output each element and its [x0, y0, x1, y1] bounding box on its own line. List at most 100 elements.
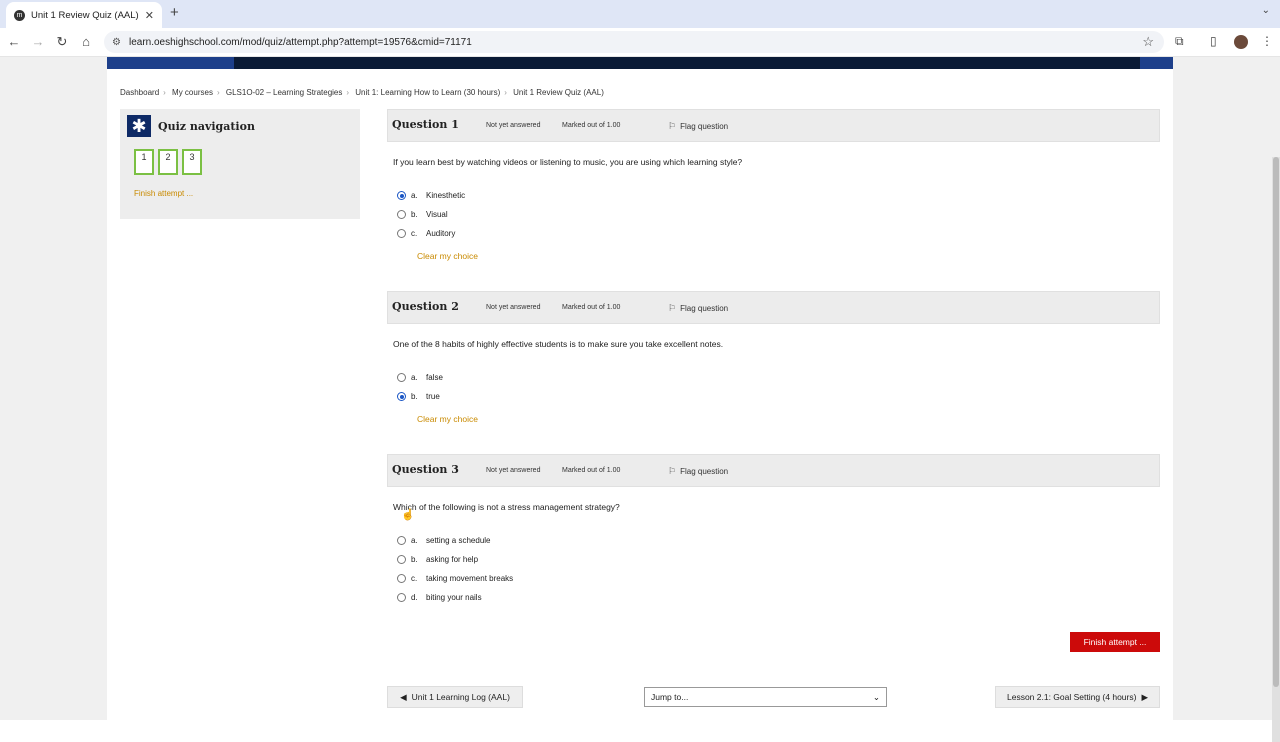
pointer-cursor-icon: ☝ [401, 509, 415, 521]
question-state: Not yet answered [486, 122, 541, 129]
clear-my-choice-link[interactable]: Clear my choice [417, 251, 1160, 261]
next-activity-label: Lesson 2.1: Goal Setting (4 hours) [1006, 692, 1137, 702]
question-text: One of the 8 habits of highly effective … [393, 339, 724, 349]
answer-text: Visual [426, 210, 448, 219]
back-icon[interactable]: ← [6, 34, 22, 49]
previous-activity-link[interactable]: ◀ Unit 1 Learning Log (AAL) [387, 686, 523, 708]
question-number: Question 3 [392, 463, 459, 476]
breadcrumb-my-courses[interactable]: My courses [172, 88, 213, 97]
radio-button[interactable] [397, 555, 406, 564]
question-text: Which of the following is not a stress m… [393, 502, 620, 512]
url-text: learn.oeshighschool.com/mod/quiz/attempt… [128, 36, 472, 48]
radio-button[interactable] [397, 373, 406, 382]
breadcrumb-quiz[interactable]: Unit 1 Review Quiz (AAL) [513, 88, 604, 97]
breadcrumb-course[interactable]: GLS1O-02 – Learning Strategies [226, 88, 343, 97]
breadcrumb: Dashboard › My courses › GLS1O-02 – Learni… [120, 88, 604, 97]
radio-button[interactable] [397, 536, 406, 545]
radio-button[interactable] [397, 593, 406, 602]
question-mark: Marked out of 1.00 [562, 304, 621, 311]
site-navbar [107, 57, 1173, 69]
answer-option[interactable]: d. biting your nails [397, 588, 1160, 607]
radio-button[interactable] [397, 574, 406, 583]
quiz-nav-button-3[interactable]: 3 [182, 149, 202, 175]
question-2: Question 2 Not yet answered Marked out o… [387, 291, 1160, 424]
answer-option[interactable]: c. taking movement breaks [397, 569, 1160, 588]
browser-tab[interactable]: m Unit 1 Review Quiz (AAL) ✕ [6, 2, 162, 28]
page-scrollbar[interactable] [1272, 157, 1280, 742]
page-content: Dashboard › My courses › GLS1O-02 – Learni… [107, 57, 1173, 720]
answer-text: biting your nails [426, 593, 482, 602]
answer-letter: b. [411, 210, 418, 219]
answer-option[interactable]: b. asking for help [397, 550, 1160, 569]
flag-label: Flag question [680, 467, 729, 476]
triangle-right-icon: ▶ [1141, 691, 1148, 702]
site-background: Dashboard › My courses › GLS1O-02 – Learni… [0, 57, 1280, 742]
flag-icon: ⚐ [668, 466, 677, 476]
moodle-favicon-icon: m [14, 9, 25, 21]
question-number: Question 2 [392, 300, 459, 313]
quiz-nav-button-2[interactable]: 2 [158, 149, 178, 175]
navbar-highlight [107, 57, 234, 69]
answer-letter: b. [411, 555, 418, 564]
profile-avatar[interactable] [1234, 35, 1248, 49]
quiz-navigation-title: Quiz navigation [158, 119, 255, 133]
reload-icon[interactable]: ↻ [54, 34, 70, 50]
question-text: If you learn best by watching videos or … [393, 157, 743, 167]
finish-attempt-button[interactable]: Finish attempt ... [1070, 632, 1160, 652]
answer-option[interactable]: c. Auditory [397, 224, 1160, 243]
answer-option[interactable]: a. Kinesthetic [397, 186, 1160, 205]
quiz-nav-button-1[interactable]: 1 [134, 149, 154, 175]
answer-letter: b. [411, 392, 418, 401]
browser-menu-icon[interactable]: ⋮ [1261, 34, 1273, 48]
radio-button[interactable] [397, 210, 406, 219]
flag-question-button[interactable]: ⚐ Flag question [668, 121, 728, 132]
answer-letter: d. [411, 593, 418, 602]
chevron-down-icon: ⌄ [872, 691, 880, 702]
extensions-icon[interactable]: ⧉ [1175, 34, 1184, 49]
radio-button[interactable] [397, 229, 406, 238]
answer-text: setting a schedule [426, 536, 491, 545]
question-state: Not yet answered [486, 304, 541, 311]
breadcrumb-dashboard[interactable]: Dashboard [120, 88, 159, 97]
answer-text: true [426, 392, 440, 401]
flag-label: Flag question [680, 122, 729, 131]
answer-letter: c. [411, 229, 418, 238]
answer-option[interactable]: a. false [397, 368, 1160, 387]
radio-button[interactable] [397, 392, 406, 401]
answer-text: false [426, 373, 443, 382]
forward-icon[interactable]: → [30, 34, 46, 49]
flag-icon: ⚐ [668, 121, 677, 131]
radio-button[interactable] [397, 191, 406, 200]
browser-tab-bar: m Unit 1 Review Quiz (AAL) ✕ + ⌄ [0, 0, 1280, 28]
site-info-icon[interactable]: ⚙ [112, 37, 121, 48]
breadcrumb-unit[interactable]: Unit 1: Learning How to Learn (30 hours) [355, 88, 500, 97]
side-panel-icon[interactable]: ▯ [1210, 34, 1217, 48]
answer-letter: a. [411, 191, 418, 200]
quiz-navigation-block: ✱ Quiz navigation 1 2 3 Finish attempt .… [120, 109, 360, 219]
bookmark-star-icon[interactable]: ☆ [1142, 34, 1154, 50]
close-tab-icon[interactable]: ✕ [145, 9, 154, 22]
answer-option[interactable]: a. setting a schedule [397, 531, 1160, 550]
question-mark: Marked out of 1.00 [562, 467, 621, 474]
finish-attempt-link[interactable]: Finish attempt ... [134, 189, 193, 198]
new-tab-icon[interactable]: + [170, 4, 179, 21]
question-3: Question 3 Not yet answered Marked out o… [387, 454, 1160, 607]
answer-option[interactable]: b. Visual [397, 205, 1160, 224]
answer-text: Kinesthetic [426, 191, 466, 200]
clear-my-choice-link[interactable]: Clear my choice [417, 414, 1160, 424]
scrollbar-thumb[interactable] [1273, 157, 1279, 687]
navbar-search-area[interactable] [1140, 57, 1173, 69]
answer-option[interactable]: b. true [397, 387, 1160, 406]
answer-text: taking movement breaks [426, 574, 514, 583]
flag-label: Flag question [680, 304, 729, 313]
question-number: Question 1 [392, 118, 459, 131]
address-bar[interactable]: ⚙ learn.oeshighschool.com/mod/quiz/attem… [104, 31, 1164, 53]
flag-question-button[interactable]: ⚐ Flag question [668, 303, 728, 314]
next-activity-link[interactable]: Lesson 2.1: Goal Setting (4 hours) ▶ [995, 686, 1160, 708]
question-state: Not yet answered [486, 467, 541, 474]
flag-question-button[interactable]: ⚐ Flag question [668, 466, 728, 477]
home-icon[interactable]: ⌂ [78, 34, 94, 49]
tab-search-icon[interactable]: ⌄ [1262, 5, 1270, 16]
jump-to-select[interactable]: Jump to... ⌄ [644, 687, 887, 707]
triangle-left-icon: ◀ [400, 691, 407, 702]
